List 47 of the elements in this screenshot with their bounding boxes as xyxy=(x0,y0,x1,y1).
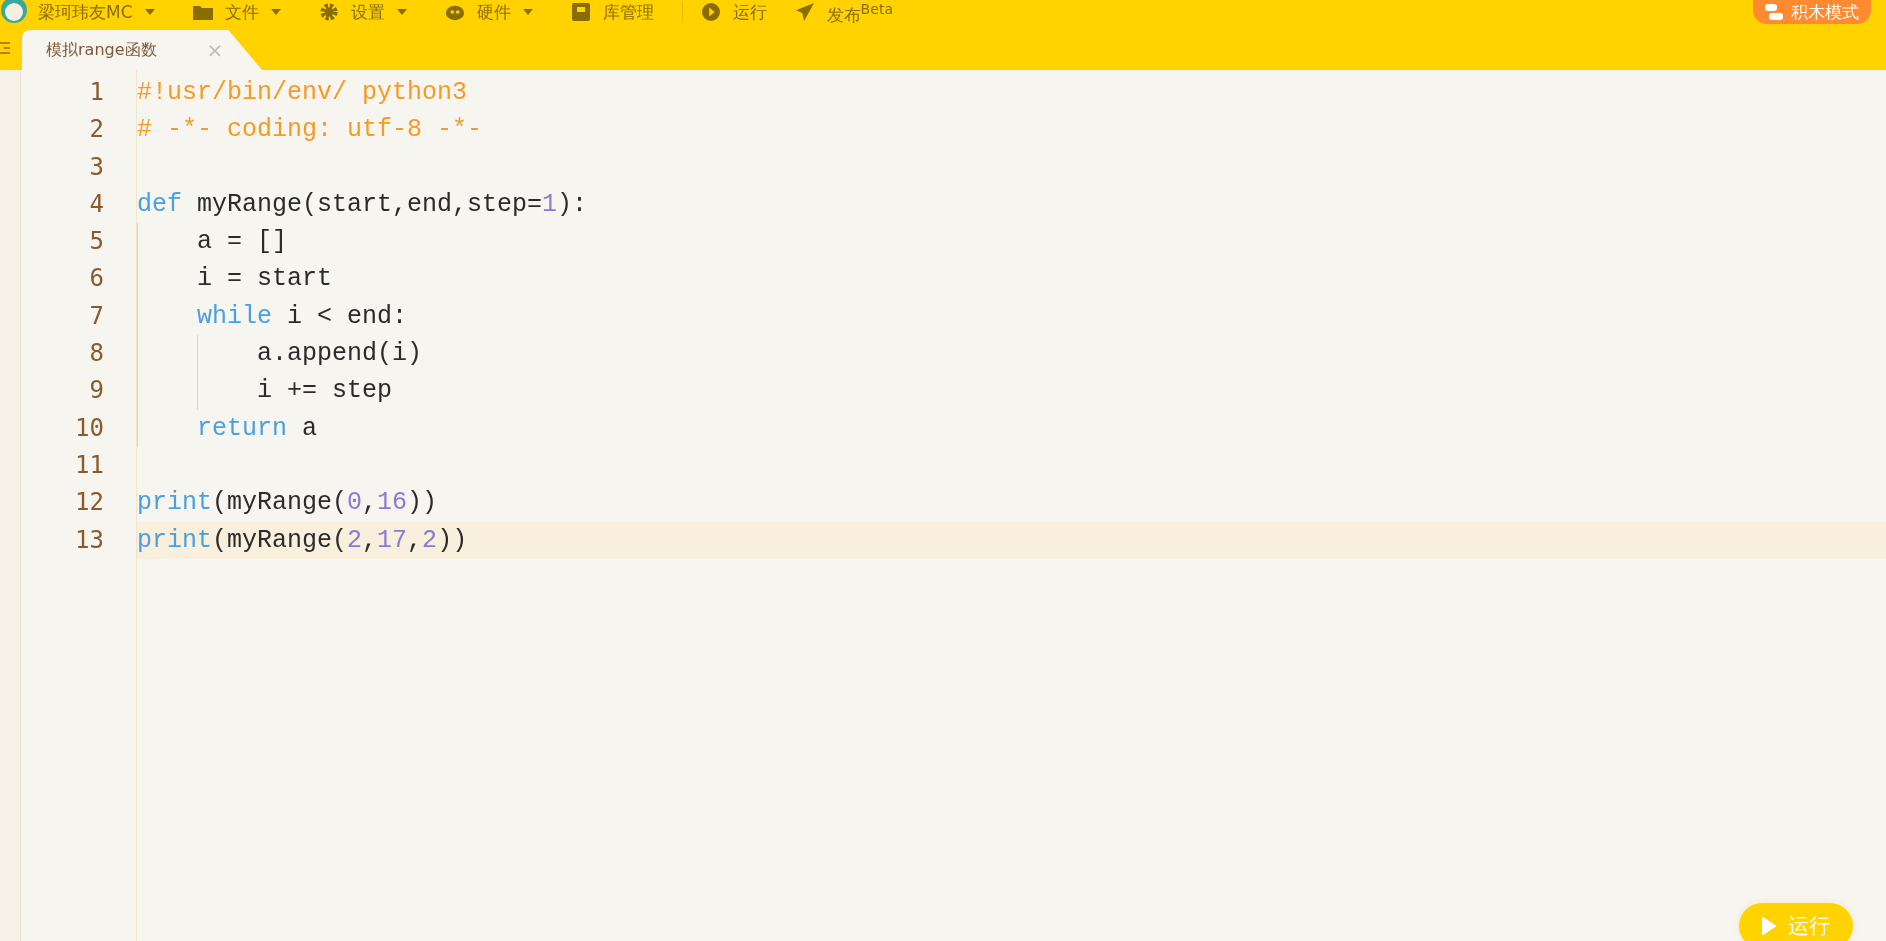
line-number: 11 xyxy=(74,449,105,481)
code-line: #!usr/bin/env/ python3 xyxy=(137,78,468,107)
line-number: 13 xyxy=(74,524,105,556)
menu-item[interactable]: 库管理 xyxy=(602,1,654,23)
line-number: 7 xyxy=(88,300,105,332)
line-number: 3 xyxy=(88,151,105,183)
line-number: 8 xyxy=(88,338,105,370)
menu-item[interactable]: 发布$^{Beta}$ xyxy=(826,0,894,26)
outline-icon[interactable] xyxy=(0,42,10,54)
blocks-icon xyxy=(1765,4,1783,20)
line-number: 10 xyxy=(74,412,105,444)
line-number: 12 xyxy=(74,487,105,519)
code-line: while i < end: xyxy=(196,301,408,331)
user-menu[interactable]: 梁珂玮友MC xyxy=(38,1,133,23)
file-tab[interactable]: 模拟range函数 × xyxy=(22,30,262,70)
line-number: 2 xyxy=(88,114,105,146)
menu-item[interactable]: 硬件 xyxy=(476,1,511,23)
code-line: i += step xyxy=(256,376,393,406)
box-icon[interactable] xyxy=(570,3,591,21)
play-icon[interactable] xyxy=(700,3,721,21)
caret-icon[interactable] xyxy=(144,9,155,15)
gear-icon[interactable] xyxy=(318,3,339,21)
line-number: 5 xyxy=(88,226,105,258)
code-line: a.append(i) xyxy=(256,339,423,369)
line-number: 1 xyxy=(88,77,105,108)
code-line: i = start xyxy=(196,264,333,294)
send-icon[interactable] xyxy=(794,3,815,21)
code-line: print(myRange(2,17,2)) xyxy=(137,525,468,555)
menu-item[interactable]: 运行 xyxy=(732,1,767,23)
caret-icon[interactable] xyxy=(522,9,533,15)
line-number: 6 xyxy=(88,263,105,295)
caret-icon[interactable] xyxy=(270,9,281,15)
code-line: return a xyxy=(196,413,318,443)
line-number: 9 xyxy=(88,375,105,407)
caret-icon[interactable] xyxy=(396,9,407,15)
code-line: a = [] xyxy=(196,227,288,257)
robot-icon[interactable] xyxy=(444,3,465,21)
menu-item[interactable]: 文件 xyxy=(224,1,259,23)
line-number: 4 xyxy=(88,188,105,220)
code-line: def myRange(start,end,step=1): xyxy=(137,189,588,219)
block-mode-button[interactable]: 积木模式 xyxy=(1753,0,1871,24)
menu-item[interactable]: 设置 xyxy=(350,1,385,23)
folder-icon[interactable] xyxy=(192,3,213,21)
code-line: # -*- coding: utf-8 -*- xyxy=(137,115,483,145)
avatar-icon[interactable] xyxy=(0,0,28,24)
code-line: print(myRange(0,16)) xyxy=(137,488,438,518)
play-icon xyxy=(1762,917,1776,935)
